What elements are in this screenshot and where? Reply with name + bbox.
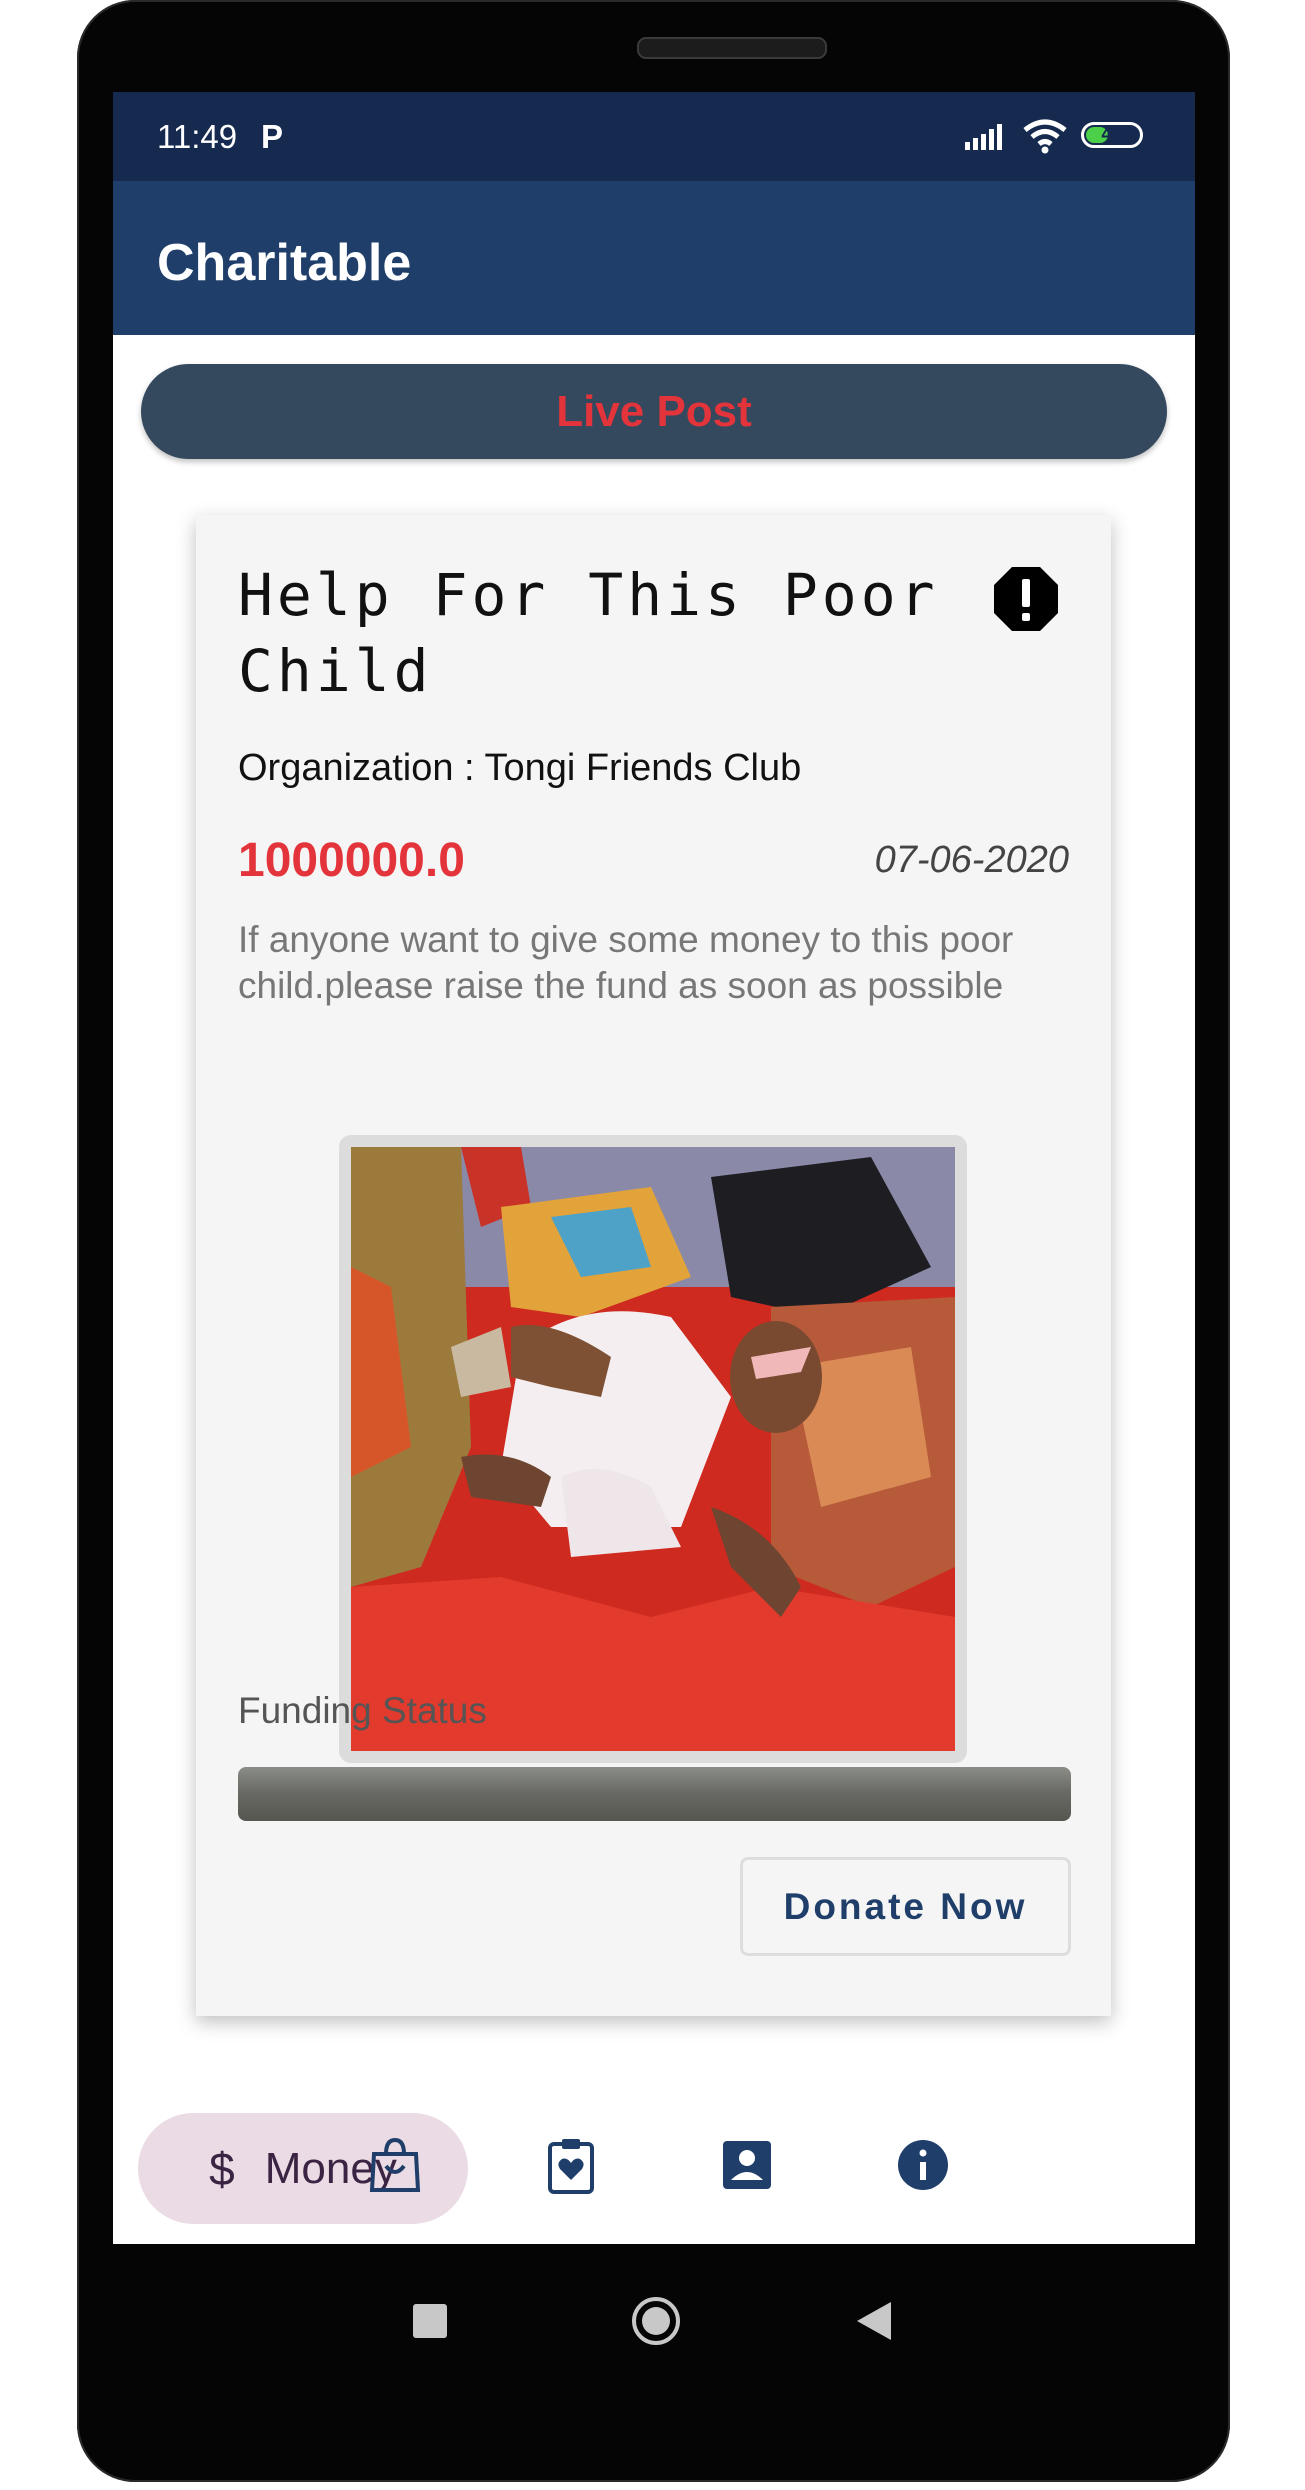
battery-icon: 46: [1081, 122, 1143, 148]
recent-apps-button[interactable]: [413, 2304, 447, 2338]
back-button[interactable]: [855, 2300, 895, 2342]
funding-status-label: Funding Status: [238, 1690, 487, 1731]
battery-level: 46: [1101, 124, 1123, 145]
system-navigation-bar: [113, 2244, 1195, 2444]
post-description: If anyone want to give some money to thi…: [238, 919, 1014, 1006]
post-date: 07-06-2020: [874, 839, 1069, 881]
post-image-frame: [339, 1135, 967, 1763]
status-bar: 11:49 P 46: [113, 92, 1195, 181]
post-card[interactable]: Help For This Poor Child Organization : …: [196, 515, 1111, 2016]
organization-text: Organization : Tongi Friends Club: [238, 747, 802, 789]
app-title: Charitable: [157, 234, 412, 292]
clipboard-heart-icon[interactable]: [542, 2136, 600, 2194]
live-post-button[interactable]: Live Post: [141, 364, 1167, 459]
wifi-icon: [1023, 119, 1067, 154]
amount-text: 1000000.0: [238, 834, 465, 887]
report-icon[interactable]: [992, 565, 1060, 633]
app-bar: Charitable: [113, 181, 1195, 335]
app-screen: 11:49 P 46 Charitable Live Post Help For…: [113, 92, 1195, 2244]
home-button[interactable]: [631, 2296, 681, 2346]
phone-speaker: [637, 37, 827, 59]
signal-icon: [965, 124, 1002, 150]
info-icon[interactable]: [894, 2136, 952, 2194]
donate-now-button[interactable]: Donate Now: [740, 1857, 1071, 1956]
post-title: Help For This Poor Child: [238, 561, 939, 705]
funding-progress-bar: [238, 1767, 1071, 1821]
status-time: 11:49: [157, 118, 238, 155]
contact-card-icon[interactable]: [718, 2136, 776, 2194]
child-photo-illustration: [351, 1147, 955, 1751]
bottom-navigation: $ Money: [113, 2090, 1195, 2244]
shopping-bag-icon[interactable]: [366, 2136, 424, 2194]
dollar-icon: $: [209, 2142, 235, 2195]
post-image[interactable]: [351, 1147, 955, 1751]
parking-notification-icon: P: [261, 118, 284, 155]
